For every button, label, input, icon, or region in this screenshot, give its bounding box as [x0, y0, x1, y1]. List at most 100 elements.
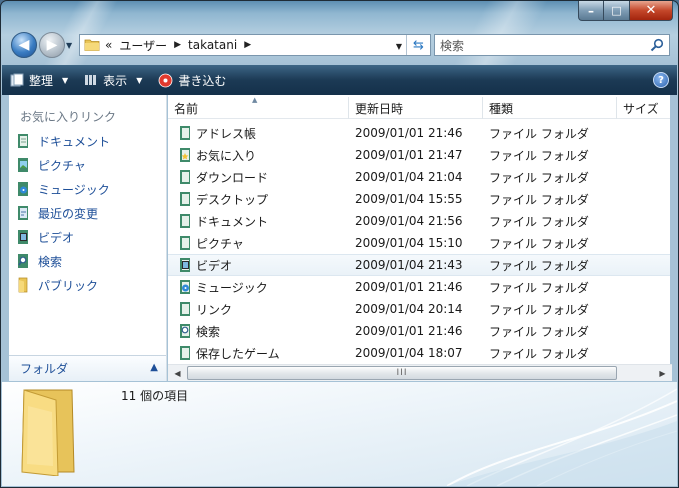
table-row[interactable]: ドキュメント 2009/01/04 21:56 ファイル フォルダ	[168, 210, 670, 232]
scroll-right-button[interactable]: ▶	[654, 366, 671, 381]
cell-modified: 2009/01/04 18:07	[355, 346, 463, 360]
cell-name: ビデオ	[168, 254, 349, 276]
breadcrumb-item-takatani[interactable]: takatani	[188, 38, 237, 52]
cell-size	[617, 320, 670, 342]
pictures-icon	[18, 158, 28, 172]
cell-size	[617, 210, 670, 232]
burn-button[interactable]: 書き込む	[150, 65, 234, 95]
organize-button[interactable]: 整理 ▼	[2, 65, 76, 95]
breadcrumb-item-users[interactable]: ユーザー	[119, 37, 167, 54]
sidebar-item-label: パブリック	[38, 278, 99, 293]
help-button[interactable]: ?	[653, 72, 669, 88]
item-count: 11 個の項目	[121, 389, 189, 403]
column-header-modified[interactable]: 更新日時	[349, 97, 483, 119]
chevron-right-icon[interactable]: ▶	[244, 40, 251, 50]
table-row[interactable]: ミュージック 2009/01/01 21:46 ファイル フォルダ	[168, 276, 670, 298]
cell-name: リンク	[168, 298, 349, 320]
favorites-folder-icon	[180, 148, 190, 162]
column-header-name[interactable]: ▲ 名前	[168, 96, 349, 119]
cell-type: ファイル フォルダ	[489, 214, 589, 229]
sidebar-item-searches[interactable]: 検索	[9, 249, 166, 273]
recent-changes-icon	[18, 206, 28, 220]
explorer-window: – □ ✕ ◀ ▶ ▼ « ユーザー ▶ takatani ▶ ▼ ⇆ 検索 整…	[0, 0, 679, 488]
close-button[interactable]: ✕	[630, 1, 673, 21]
minimize-button[interactable]: –	[578, 1, 604, 21]
folders-toggle[interactable]: フォルダ ▲	[9, 355, 166, 381]
sidebar-item-recent-changes[interactable]: 最近の変更	[9, 201, 166, 225]
cell-modified: 2009/01/01 21:47	[355, 148, 463, 162]
cell-type: ファイル フォルダ	[489, 302, 589, 317]
address-dropdown-button[interactable]: ▼	[396, 42, 402, 51]
file-list: ▲ 名前 更新日時 種類 サイズ アドレス帳 2009/01/01 21:46 ファ…	[168, 95, 670, 381]
sidebar-item-label: ミュージック	[38, 182, 110, 197]
pictures-folder-icon	[180, 236, 190, 250]
refresh-button[interactable]: ⇆	[406, 35, 430, 55]
cell-size	[617, 254, 670, 276]
chevron-up-icon: ▲	[150, 362, 158, 373]
public-folder-icon	[18, 277, 28, 293]
table-row[interactable]: ピクチャ 2009/01/04 15:10 ファイル フォルダ	[168, 232, 670, 254]
recent-pages-dropdown[interactable]: ▼	[66, 41, 72, 50]
horizontal-scrollbar[interactable]: ◀ III ▶	[168, 364, 672, 381]
sidebar-item-music[interactable]: ミュージック	[9, 177, 166, 201]
scroll-thumb[interactable]: III	[187, 366, 617, 380]
searches-icon	[18, 254, 28, 268]
navigation-bar: ◀ ▶ ▼ « ユーザー ▶ takatani ▶ ▼ ⇆ 検索	[9, 31, 670, 59]
cell-modified: 2009/01/04 20:14	[355, 302, 463, 316]
cell-name: 検索	[168, 320, 349, 342]
chevron-right-icon[interactable]: ▶	[174, 40, 181, 50]
view-button[interactable]: 表示 ▼	[76, 65, 150, 95]
file-name: デスクトップ	[196, 192, 269, 207]
burn-disc-icon	[158, 73, 173, 87]
forward-button[interactable]: ▶	[39, 32, 65, 58]
cell-size	[617, 144, 670, 166]
cell-modified: 2009/01/04 15:55	[355, 192, 463, 206]
table-row[interactable]: デスクトップ 2009/01/04 15:55 ファイル フォルダ	[168, 188, 670, 210]
column-header-size[interactable]: サイズ	[617, 97, 670, 119]
sidebar-item-label: ドキュメント	[38, 134, 111, 149]
folders-label: フォルダ	[20, 362, 69, 376]
search-box[interactable]: 検索	[434, 34, 670, 56]
search-icon[interactable]	[650, 38, 664, 52]
cell-type: ファイル フォルダ	[489, 324, 589, 339]
table-row[interactable]: 検索 2009/01/01 21:46 ファイル フォルダ	[168, 320, 670, 342]
music-icon	[18, 182, 28, 196]
cell-name: ドキュメント	[168, 210, 349, 232]
column-header-label: 種類	[489, 101, 514, 116]
table-row[interactable]: お気に入り 2009/01/01 21:47 ファイル フォルダ	[168, 144, 670, 166]
sidebar-item-public[interactable]: パブリック	[9, 273, 166, 297]
maximize-button[interactable]: □	[604, 1, 630, 21]
burn-label: 書き込む	[178, 73, 227, 88]
cell-modified: 2009/01/04 21:43	[355, 258, 463, 272]
breadcrumb: « ユーザー ▶ takatani ▶	[105, 37, 251, 54]
file-name: 保存したゲーム	[196, 346, 280, 361]
table-row[interactable]: アドレス帳 2009/01/01 21:46 ファイル フォルダ	[168, 122, 670, 144]
links-folder-icon	[180, 302, 190, 316]
column-header-type[interactable]: 種類	[483, 97, 617, 119]
chevron-down-icon: ▼	[62, 75, 69, 85]
refresh-icon: ⇆	[413, 37, 424, 53]
chevron-down-icon: ▼	[136, 75, 143, 85]
organize-label: 整理	[29, 73, 54, 88]
file-name: ビデオ	[196, 258, 233, 273]
scroll-left-button[interactable]: ◀	[169, 366, 186, 381]
cell-name: ミュージック	[168, 276, 349, 298]
table-row[interactable]: ビデオ 2009/01/04 21:43 ファイル フォルダ	[168, 254, 670, 276]
file-name: お気に入り	[196, 148, 257, 163]
cell-modified: 2009/01/04 21:04	[355, 170, 463, 184]
cell-modified: 2009/01/01 21:46	[355, 126, 463, 140]
cell-name: アドレス帳	[168, 122, 349, 144]
table-row[interactable]: ダウンロード 2009/01/04 21:04 ファイル フォルダ	[168, 166, 670, 188]
table-row[interactable]: リンク 2009/01/04 20:14 ファイル フォルダ	[168, 298, 670, 320]
cell-size	[617, 232, 670, 254]
back-button[interactable]: ◀	[11, 32, 37, 58]
cell-modified: 2009/01/01 21:46	[355, 280, 463, 294]
sidebar-item-documents[interactable]: ドキュメント	[9, 129, 166, 153]
breadcrumb-overflow[interactable]: «	[105, 38, 112, 52]
sidebar-item-pictures[interactable]: ピクチャ	[9, 153, 166, 177]
sidebar-item-videos[interactable]: ビデオ	[9, 225, 166, 249]
address-bar[interactable]: « ユーザー ▶ takatani ▶ ▼ ⇆	[79, 34, 431, 56]
sidebar-item-label: 検索	[38, 254, 63, 269]
table-row[interactable]: 保存したゲーム 2009/01/04 18:07 ファイル フォルダ	[168, 342, 670, 364]
contacts-folder-icon	[180, 126, 190, 140]
